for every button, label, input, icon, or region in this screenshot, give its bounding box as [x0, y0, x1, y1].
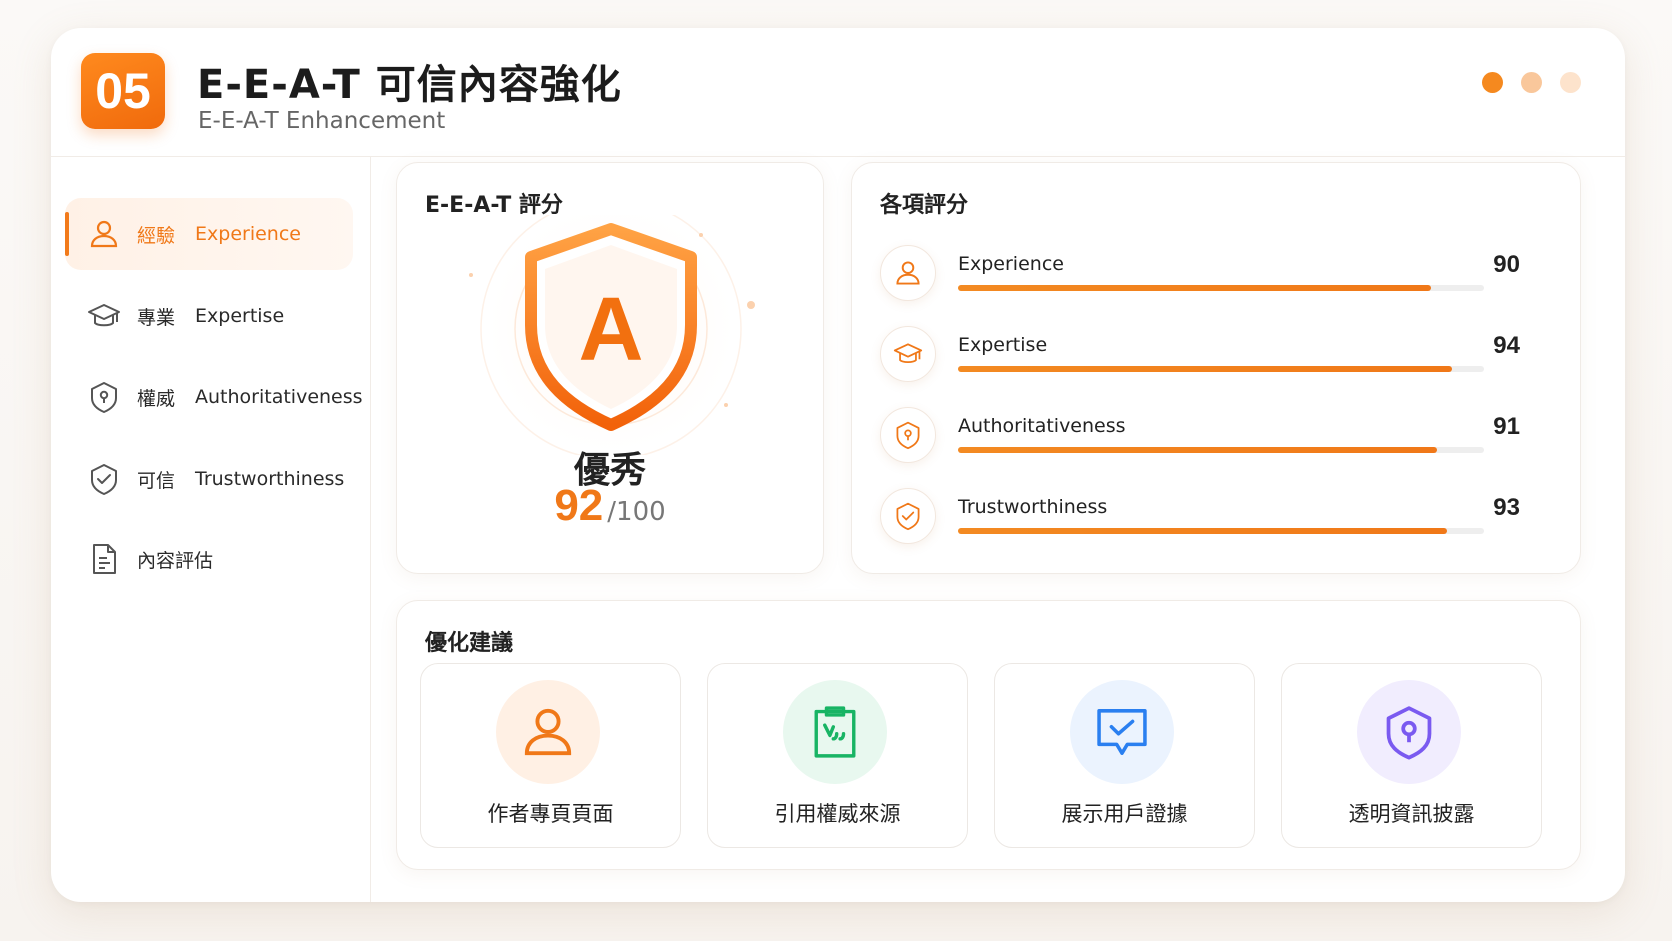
suggestion-card-cite-sources[interactable]: 引用權威來源 — [707, 663, 968, 848]
rating-row-authoritativeness: Authoritativeness 91 — [880, 405, 1520, 465]
shield-lock-icon — [896, 421, 920, 450]
sidebar-item-zh: 權威 — [137, 387, 176, 410]
shield-lock-icon — [91, 382, 117, 413]
sidebar-item-trustworthiness[interactable]: 可信 Trustworthiness — [65, 443, 353, 515]
rating-track — [958, 528, 1484, 534]
grade-shield-illustration: A — [469, 215, 755, 455]
suggestion-card-user-evidence[interactable]: 展示用戶證據 — [994, 663, 1255, 848]
score-line: 92/100 — [397, 481, 823, 531]
shield-check-icon — [91, 464, 117, 495]
rating-track — [958, 366, 1484, 372]
suggestion-icon-circle — [783, 680, 887, 784]
app-window: 05 E-E-A-T 可信內容強化 E-E-A-T Enhancement 經驗… — [51, 28, 1625, 902]
rating-value: 93 — [1493, 494, 1520, 521]
rating-bar — [958, 528, 1448, 534]
dot-3[interactable] — [1560, 72, 1581, 93]
rating-row-expertise: Expertise 94 — [880, 324, 1520, 384]
sidebar-item-zh: 經驗 — [137, 224, 176, 247]
sidebar-item-en: Expertise — [195, 305, 285, 327]
sidebar-item-zh: 可信 — [137, 469, 176, 492]
score-value: 92 — [554, 481, 604, 530]
rating-icon-circle — [880, 326, 936, 382]
rating-label: Expertise — [958, 334, 1048, 356]
person-icon — [524, 708, 572, 756]
graduation-cap-icon — [893, 343, 923, 364]
suggestion-label: 引用權威來源 — [774, 802, 901, 826]
rating-value: 90 — [1493, 251, 1520, 278]
section-number-badge: 05 — [81, 53, 165, 129]
rating-icon-circle — [880, 488, 936, 544]
rating-label: Authoritativeness — [958, 415, 1126, 437]
suggestion-card-author-page[interactable]: 作者專頁頁面 — [420, 663, 681, 848]
person-icon — [896, 261, 920, 285]
page-title: E-E-A-T 可信內容強化 — [197, 62, 622, 108]
suggestions-panel-title: 優化建議 — [425, 631, 514, 656]
document-icon — [93, 544, 116, 574]
shield-lock-icon — [1386, 706, 1432, 760]
window-dots — [1482, 72, 1581, 93]
rating-track — [958, 285, 1484, 291]
sidebar-item-authoritativeness[interactable]: 權威 Authoritativeness — [65, 361, 363, 433]
suggestion-icon-circle — [1070, 680, 1174, 784]
grade-letter: A — [579, 280, 644, 380]
shield-check-icon — [896, 502, 920, 531]
score-panel: E-E-A-T 評分 A 優秀 92 /100 — [396, 162, 824, 574]
sidebar-item-experience[interactable]: 經驗 Experience — [65, 198, 353, 270]
sidebar-item-zh: 專業 — [137, 306, 176, 329]
score-max: /100 — [607, 497, 666, 527]
sidebar-item-expertise[interactable]: 專業 Expertise — [65, 280, 353, 352]
rating-value: 91 — [1493, 413, 1520, 440]
graduation-cap-icon — [88, 304, 120, 327]
rating-icon-circle — [880, 245, 936, 301]
rating-bar — [958, 285, 1432, 291]
chat-check-icon — [1097, 709, 1147, 755]
suggestion-icon-circle — [496, 680, 600, 784]
rating-label: Trustworthiness — [958, 496, 1108, 518]
rating-track — [958, 447, 1484, 453]
suggestion-card-transparency[interactable]: 透明資訊披露 — [1281, 663, 1542, 848]
sidebar-item-zh: 內容評估 — [137, 549, 214, 572]
sidebar: 經驗 Experience 專業 Expertise 權威 Authoritat… — [51, 157, 371, 902]
page-subtitle: E-E-A-T Enhancement — [198, 108, 446, 134]
person-icon — [90, 220, 118, 248]
quote-clipboard-icon — [814, 706, 856, 758]
sidebar-item-content-evaluation[interactable]: 內容評估 — [65, 523, 353, 595]
rating-value: 94 — [1493, 332, 1520, 359]
sidebar-item-en: Authoritativeness — [195, 386, 363, 408]
rating-row-experience: Experience 90 — [880, 243, 1520, 303]
dot-2[interactable] — [1521, 72, 1542, 93]
rating-bar — [958, 366, 1453, 372]
sidebar-item-en: Trustworthiness — [195, 468, 345, 490]
rating-row-trustworthiness: Trustworthiness 93 — [880, 486, 1520, 546]
ratings-panel-title: 各項評分 — [880, 193, 969, 218]
suggestion-label: 透明資訊披露 — [1348, 802, 1475, 826]
suggestion-label: 展示用戶證據 — [1061, 802, 1188, 826]
rating-icon-circle — [880, 407, 936, 463]
ratings-panel: 各項評分 Experience 90 Expertise 94 Authorit… — [851, 162, 1581, 574]
rating-label: Experience — [958, 253, 1064, 275]
rating-bar — [958, 447, 1437, 453]
suggestions-panel: 優化建議 作者專頁頁面 引用權威來源 展示用戶證據 透明資訊披露 — [396, 600, 1581, 870]
suggestion-label: 作者專頁頁面 — [487, 802, 614, 826]
suggestion-icon-circle — [1357, 680, 1461, 784]
sidebar-item-en: Experience — [195, 223, 301, 245]
dot-1[interactable] — [1482, 72, 1503, 93]
